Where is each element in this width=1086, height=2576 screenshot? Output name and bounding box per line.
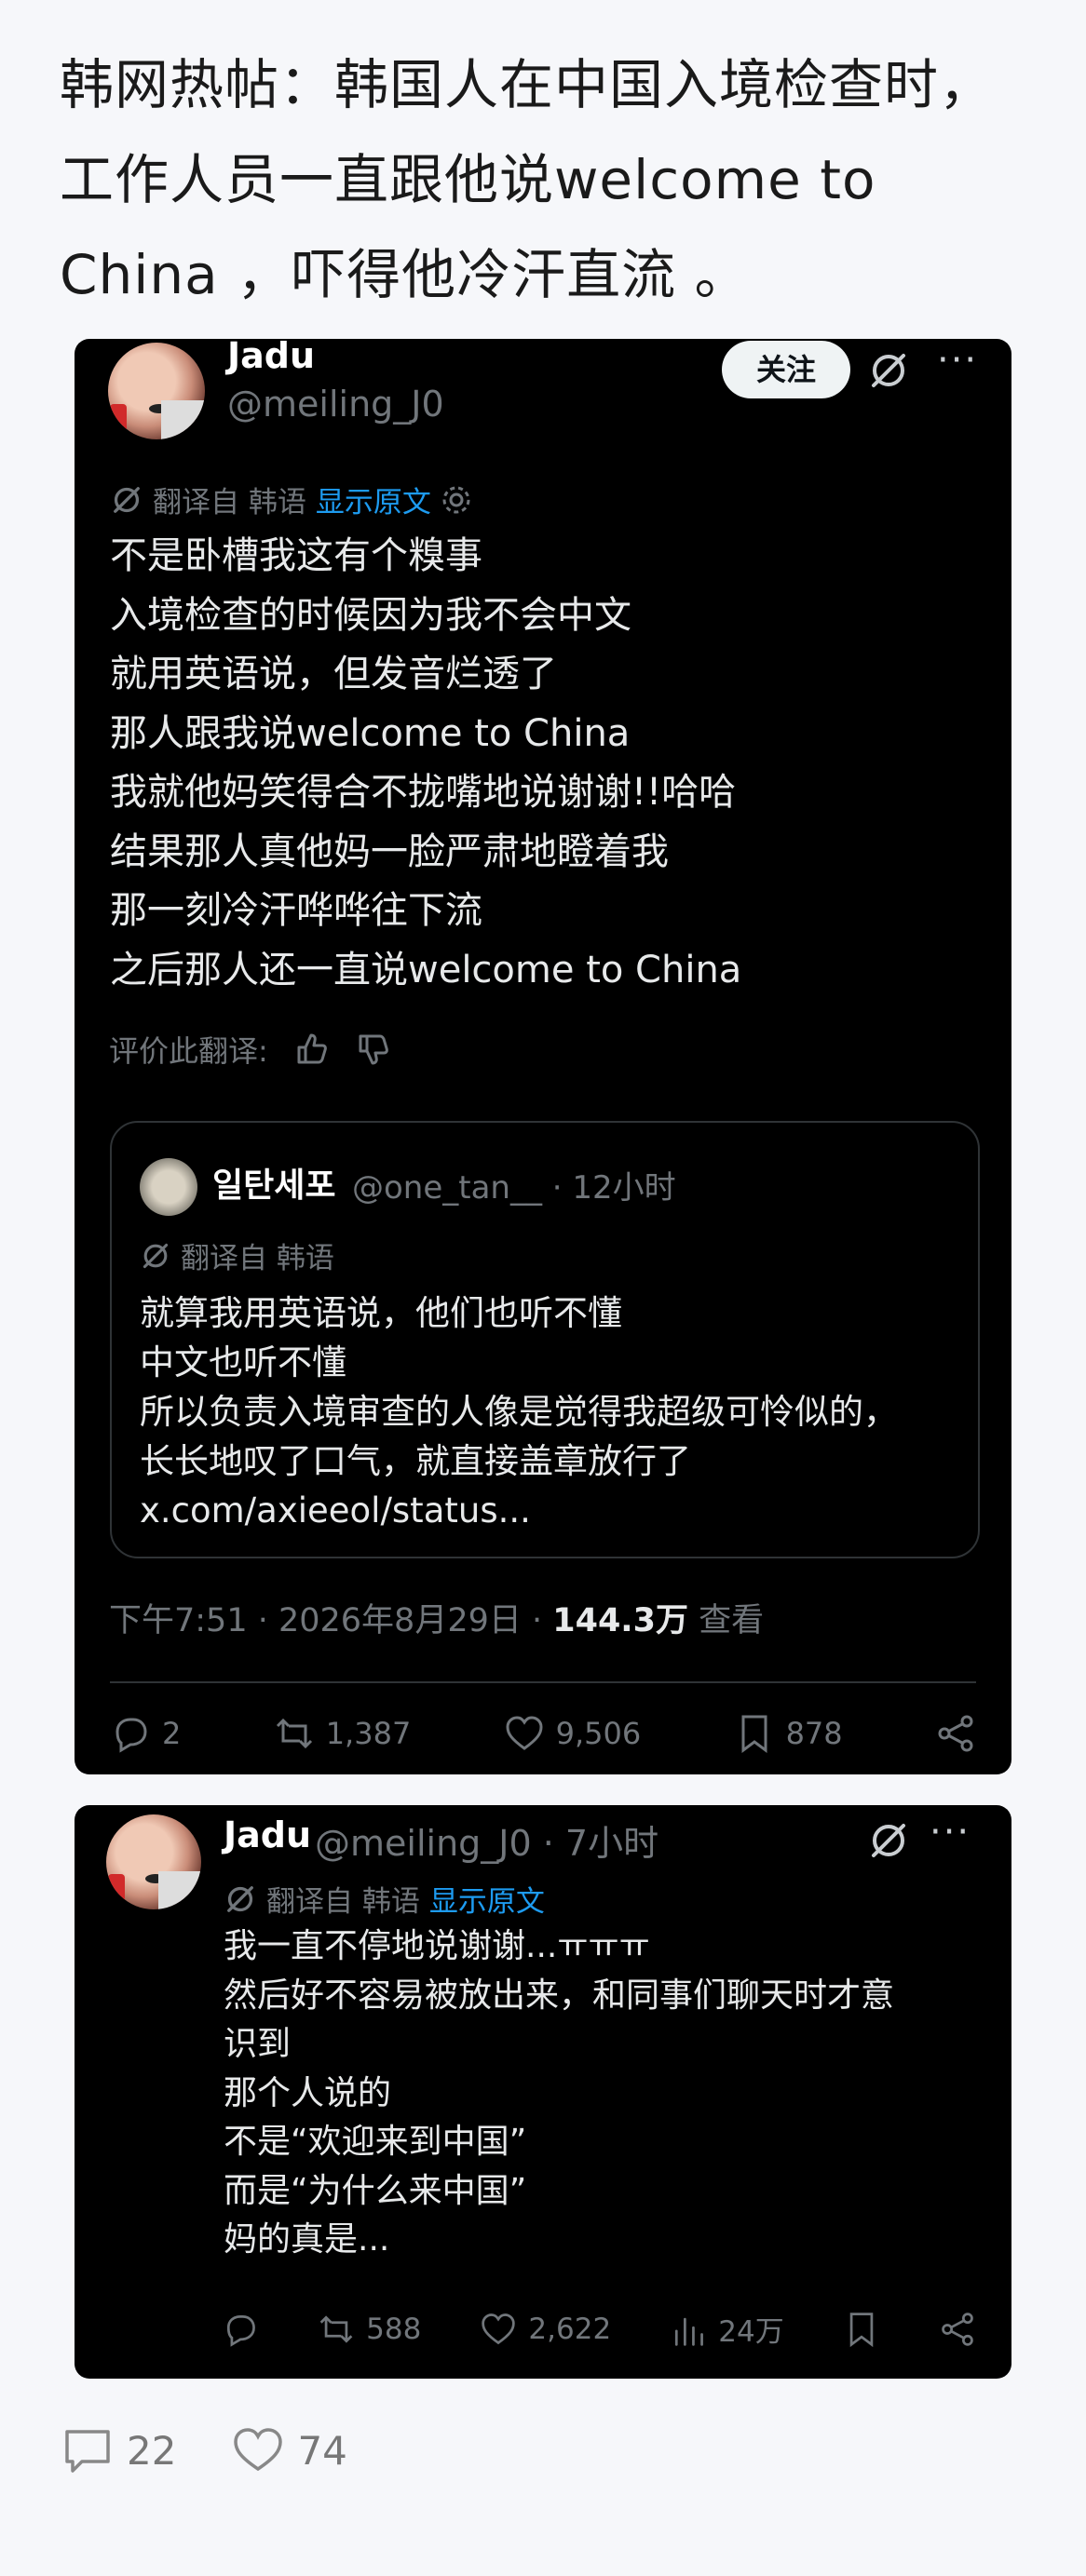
- like-count: 74: [297, 2427, 347, 2474]
- comment-icon: [65, 2430, 110, 2473]
- comment-button[interactable]: 22: [61, 2424, 176, 2476]
- bookmark-button[interactable]: 878: [734, 1713, 843, 1754]
- retweet-button[interactable]: 1,387: [274, 1713, 412, 1754]
- show-original-link[interactable]: 显示原文: [316, 479, 431, 520]
- views-label: 查看: [687, 1602, 765, 1639]
- reply-meta: @meiling_J0 · 7小时: [315, 1823, 659, 1864]
- quoted-tweet[interactable]: 일탄세포 @one_tan__ · 12小时 翻译自 韩语 就算我用英语说，他们…: [110, 1121, 980, 1558]
- heart-icon: [234, 2428, 283, 2472]
- reply-icon: [115, 1718, 147, 1753]
- translated-from-label: 翻译自 韩语: [153, 486, 306, 519]
- author-handle[interactable]: @meiling_J0: [227, 384, 444, 425]
- reply-action-bar: 588 2,622 24万: [222, 2308, 976, 2350]
- reply-show-original-link[interactable]: 显示原文: [429, 1878, 545, 1920]
- quote-avatar[interactable]: [140, 1158, 197, 1216]
- more-options-icon[interactable]: ···: [930, 1811, 971, 1854]
- action-bar: 2 1,387 9,506 878: [110, 1713, 976, 1754]
- bookmark-icon: [849, 2312, 874, 2347]
- grok-icon[interactable]: [868, 350, 909, 391]
- post-footer: 22 74: [61, 2424, 347, 2476]
- thumbs-up-icon[interactable]: [294, 1032, 330, 1067]
- reply-button[interactable]: [222, 2311, 259, 2348]
- main-tweet-card[interactable]: Jadu @meiling_J0 关注 ··· 翻译自 韩语 显示原文 不是卧槽…: [75, 339, 1011, 1774]
- quote-meta: @one_tan__ · 12小时: [352, 1169, 676, 1207]
- like-button[interactable]: 9,506: [504, 1713, 642, 1754]
- retweet-icon: [319, 2314, 353, 2343]
- reply-translated-from-label: 翻译自 韩语: [266, 1885, 420, 1919]
- share-icon: [942, 2312, 973, 2346]
- grok-icon[interactable]: [868, 1820, 909, 1861]
- rate-translation-row: 评价此翻译:: [109, 1028, 391, 1071]
- like-count: 9,506: [555, 1716, 642, 1751]
- reply-icon: [226, 2314, 255, 2347]
- tweet-body: 不是卧槽我这有个糗事 入境检查的时候因为我不会中文 就用英语说，但发音烂透了 那…: [110, 534, 742, 991]
- reply-count: 2: [162, 1716, 182, 1751]
- like-count: 2,622: [528, 2312, 612, 2346]
- comment-count: 22: [127, 2427, 177, 2474]
- reply-button[interactable]: 2: [110, 1713, 181, 1754]
- headline: 韩网热帖：韩国人在中国入境检查时，工作人员一直跟他说welcome to Chi…: [60, 53, 995, 306]
- retweet-count: 1,387: [325, 1716, 412, 1751]
- heart-icon: [506, 1716, 543, 1750]
- rate-translation-label: 评价此翻译:: [109, 1033, 268, 1069]
- views-bar-chart-icon: [675, 2317, 704, 2346]
- translate-icon: [143, 1243, 169, 1268]
- avatar[interactable]: [108, 343, 205, 439]
- quote-body: 就算我用英语说，他们也听不懂 中文也听不懂 所以负责入境审查的人像是觉得我超级可…: [140, 1293, 898, 1531]
- quote-translation-row: 翻译自 韩语: [140, 1234, 334, 1276]
- timestamp-text: 下午7:51 · 2026年8月29日 ·: [109, 1602, 553, 1639]
- share-button[interactable]: [935, 1713, 976, 1754]
- retweet-count: 588: [366, 2312, 422, 2346]
- reply-tweet-card[interactable]: Jadu @meiling_J0 · 7小时 ··· 翻译自 韩语 显示原文 我…: [75, 1805, 1011, 2379]
- share-icon: [938, 1715, 973, 1752]
- settings-gear-icon[interactable]: [441, 484, 472, 516]
- quote-author-name[interactable]: 일탄세포: [212, 1158, 335, 1207]
- like-button[interactable]: 2,622: [480, 2311, 611, 2348]
- avatar[interactable]: [106, 1814, 201, 1909]
- quote-translated-from-label: 翻译自 韩语: [181, 1242, 334, 1275]
- reply-author-name[interactable]: Jadu: [224, 1814, 311, 1855]
- follow-button[interactable]: 关注: [722, 341, 850, 398]
- bookmark-icon: [741, 1715, 767, 1753]
- translation-row: 翻译自 韩语 显示原文: [110, 479, 472, 520]
- reply-body: 我一直不停地说谢谢...ㅠㅠㅠ 然后好不容易被放出来，和同事们聊天时才意 识到 …: [224, 1927, 895, 2259]
- retweet-icon: [276, 1718, 312, 1749]
- bookmark-button[interactable]: [843, 2311, 880, 2348]
- reply-translation-row: 翻译自 韩语 显示原文: [224, 1878, 545, 1920]
- retweet-button[interactable]: 588: [318, 2311, 421, 2348]
- bookmark-count: 878: [785, 1716, 843, 1751]
- timestamp: 下午7:51 · 2026年8月29日 · 144.3万 查看: [109, 1594, 764, 1641]
- thumbs-down-icon[interactable]: [356, 1032, 391, 1067]
- share-button[interactable]: [939, 2311, 976, 2348]
- divider: [110, 1681, 976, 1683]
- views-button[interactable]: 24万: [670, 2308, 784, 2350]
- more-options-icon[interactable]: ···: [937, 339, 978, 382]
- author-name[interactable]: Jadu: [227, 339, 315, 376]
- translate-icon: [227, 1885, 253, 1912]
- views-count: 24万: [718, 2315, 784, 2349]
- like-button[interactable]: 74: [232, 2424, 347, 2476]
- heart-icon: [482, 2313, 516, 2344]
- views-count: 144.3万: [552, 1602, 688, 1639]
- translate-icon: [114, 486, 140, 513]
